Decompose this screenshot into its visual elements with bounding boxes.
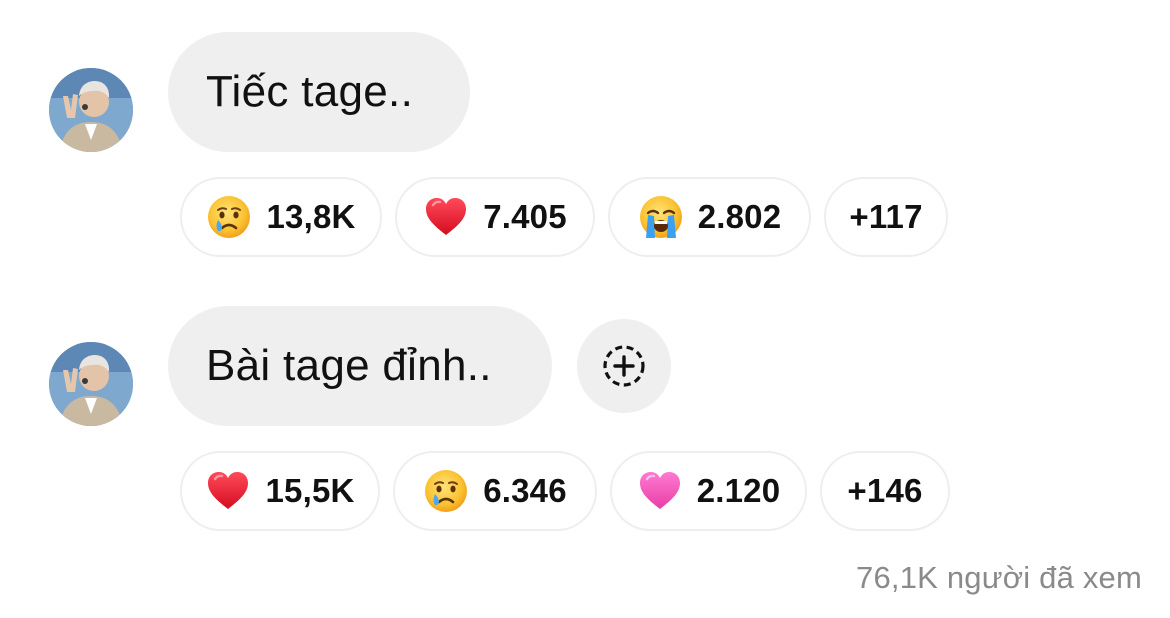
message-text: Bài tage đỉnh.. [206,341,492,390]
red-heart-icon [205,468,251,514]
reaction-pill[interactable]: 6.346 [393,451,597,531]
reaction-count: 6.346 [483,472,567,509]
more-reactions-pill[interactable]: +146 [820,451,950,531]
reaction-count: 15,5K [265,472,355,509]
avatar[interactable] [49,342,133,426]
message-row: Bài tage đỉnh.. 15,5K 6.346 2.120 +146 [0,0,1170,540]
message-bubble[interactable]: Bài tage đỉnh.. [168,306,552,426]
reaction-bar: 15,5K 6.346 2.120 +146 [180,451,950,531]
viewers-count[interactable]: 76,1K người đã xem [856,560,1142,596]
reaction-count: +146 [847,472,923,509]
add-reaction-icon [603,345,645,387]
crying-face-icon [423,468,469,514]
reaction-pill[interactable]: 2.120 [610,451,807,531]
add-reaction-button[interactable] [577,319,671,413]
reaction-pill[interactable]: 15,5K [180,451,380,531]
reaction-count: 2.120 [696,472,781,509]
pink-heart-icon [637,468,683,514]
